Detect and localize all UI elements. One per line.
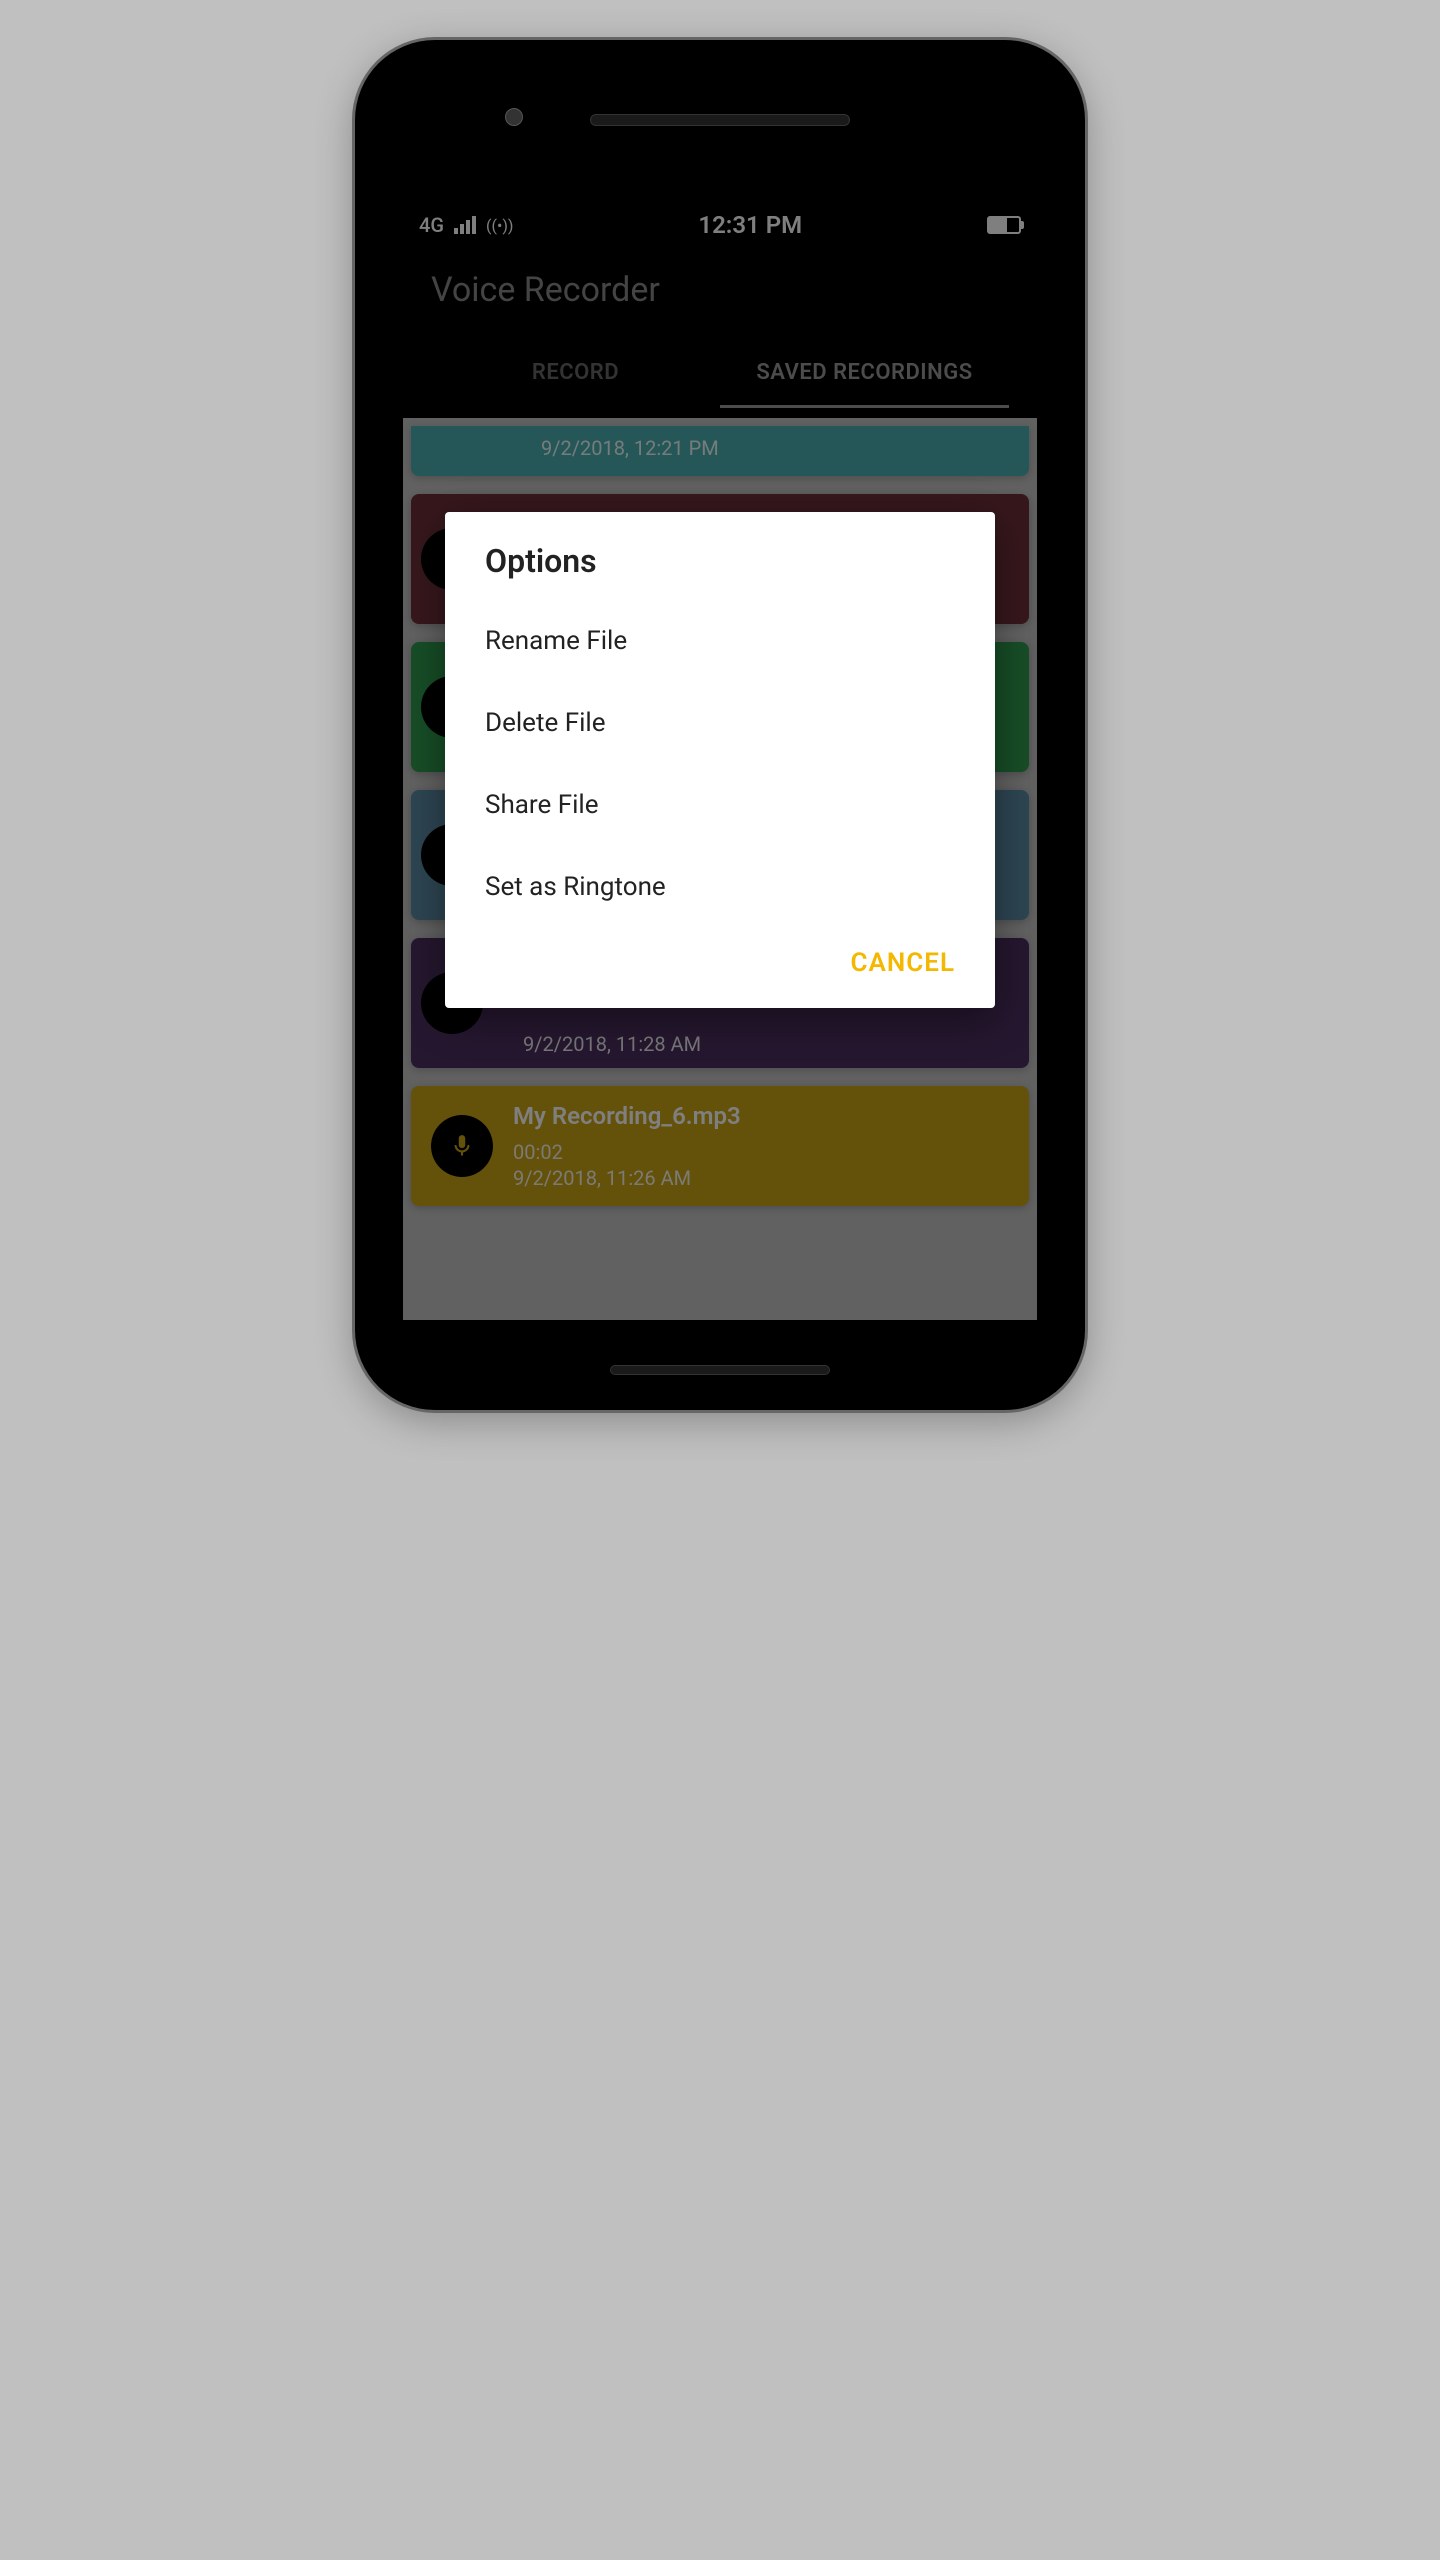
dialog-title: Options (445, 542, 995, 600)
phone-frame: 4G ((•)) 12:31 PM Voice Recorder RECORD … (355, 40, 1085, 1410)
dialog-footer: CANCEL (445, 928, 995, 988)
option-set-ringtone[interactable]: Set as Ringtone (445, 846, 995, 928)
phone-top-bezel (375, 60, 1065, 180)
earpiece-speaker (590, 114, 850, 126)
option-delete-file[interactable]: Delete File (445, 682, 995, 764)
modal-overlay[interactable]: Options Rename File Delete File Share Fi… (403, 200, 1037, 1320)
phone-inner: 4G ((•)) 12:31 PM Voice Recorder RECORD … (375, 60, 1065, 1390)
screen: 4G ((•)) 12:31 PM Voice Recorder RECORD … (403, 200, 1037, 1320)
front-camera (505, 108, 523, 126)
option-share-file[interactable]: Share File (445, 764, 995, 846)
options-dialog: Options Rename File Delete File Share Fi… (445, 512, 995, 1008)
cancel-button[interactable]: CANCEL (851, 948, 955, 978)
bottom-speaker (610, 1365, 830, 1375)
option-rename-file[interactable]: Rename File (445, 600, 995, 682)
